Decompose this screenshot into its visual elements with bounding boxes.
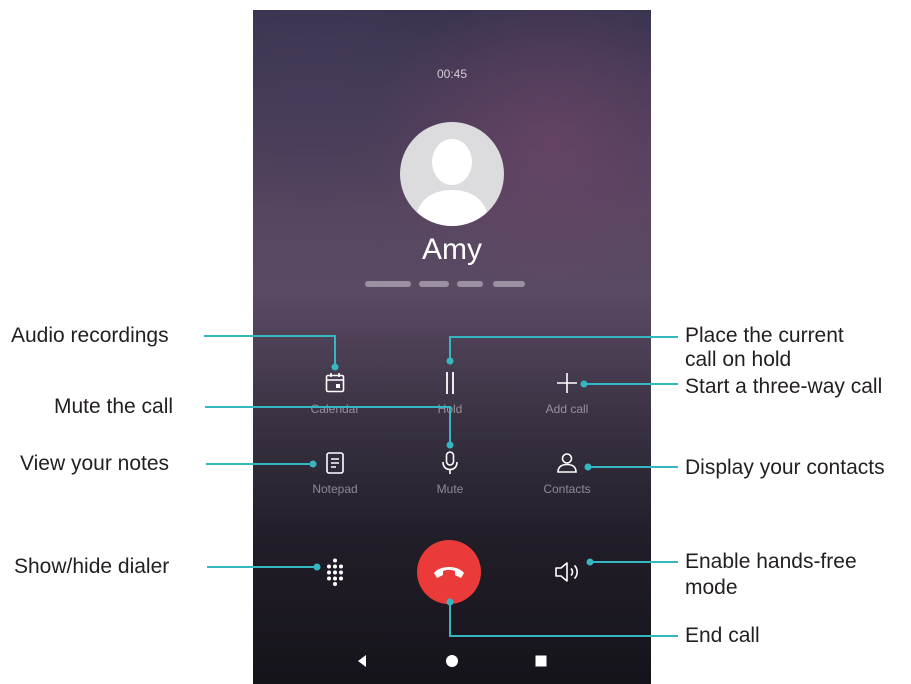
leader-dot-three-way: [580, 380, 588, 388]
callout-three-way-call: Start a three-way call: [685, 375, 883, 398]
callout-show-hide-dialer: Show/hide dialer: [14, 555, 170, 578]
leader-dot-mute: [446, 441, 454, 449]
callout-handsfree-line1: Enable hands-free: [685, 550, 857, 573]
callout-end-call: End call: [685, 624, 760, 647]
leader-audio-recordings: [204, 335, 336, 366]
leader-dot-hold: [446, 357, 454, 365]
leader-dot-notes: [309, 460, 317, 468]
leader-mute: [205, 406, 451, 444]
leader-dot-dialer: [313, 563, 321, 571]
leader-dot-handsfree: [586, 558, 594, 566]
leader-dot-contacts: [584, 463, 592, 471]
leader-dot-audio: [331, 363, 339, 371]
callout-audio-recordings: Audio recordings: [11, 324, 169, 347]
leader-hold: [449, 336, 678, 360]
callout-handsfree-line2: mode: [685, 576, 738, 599]
callout-hold-line1: Place the current: [685, 324, 844, 347]
leader-end-call: [449, 602, 678, 637]
callout-view-notes: View your notes: [20, 452, 170, 475]
callout-hold-line2: call on hold: [685, 348, 792, 371]
callout-display-contacts: Display your contacts: [685, 456, 885, 479]
leader-dot-end-call: [446, 598, 454, 606]
callout-mute-the-call: Mute the call: [54, 395, 174, 418]
